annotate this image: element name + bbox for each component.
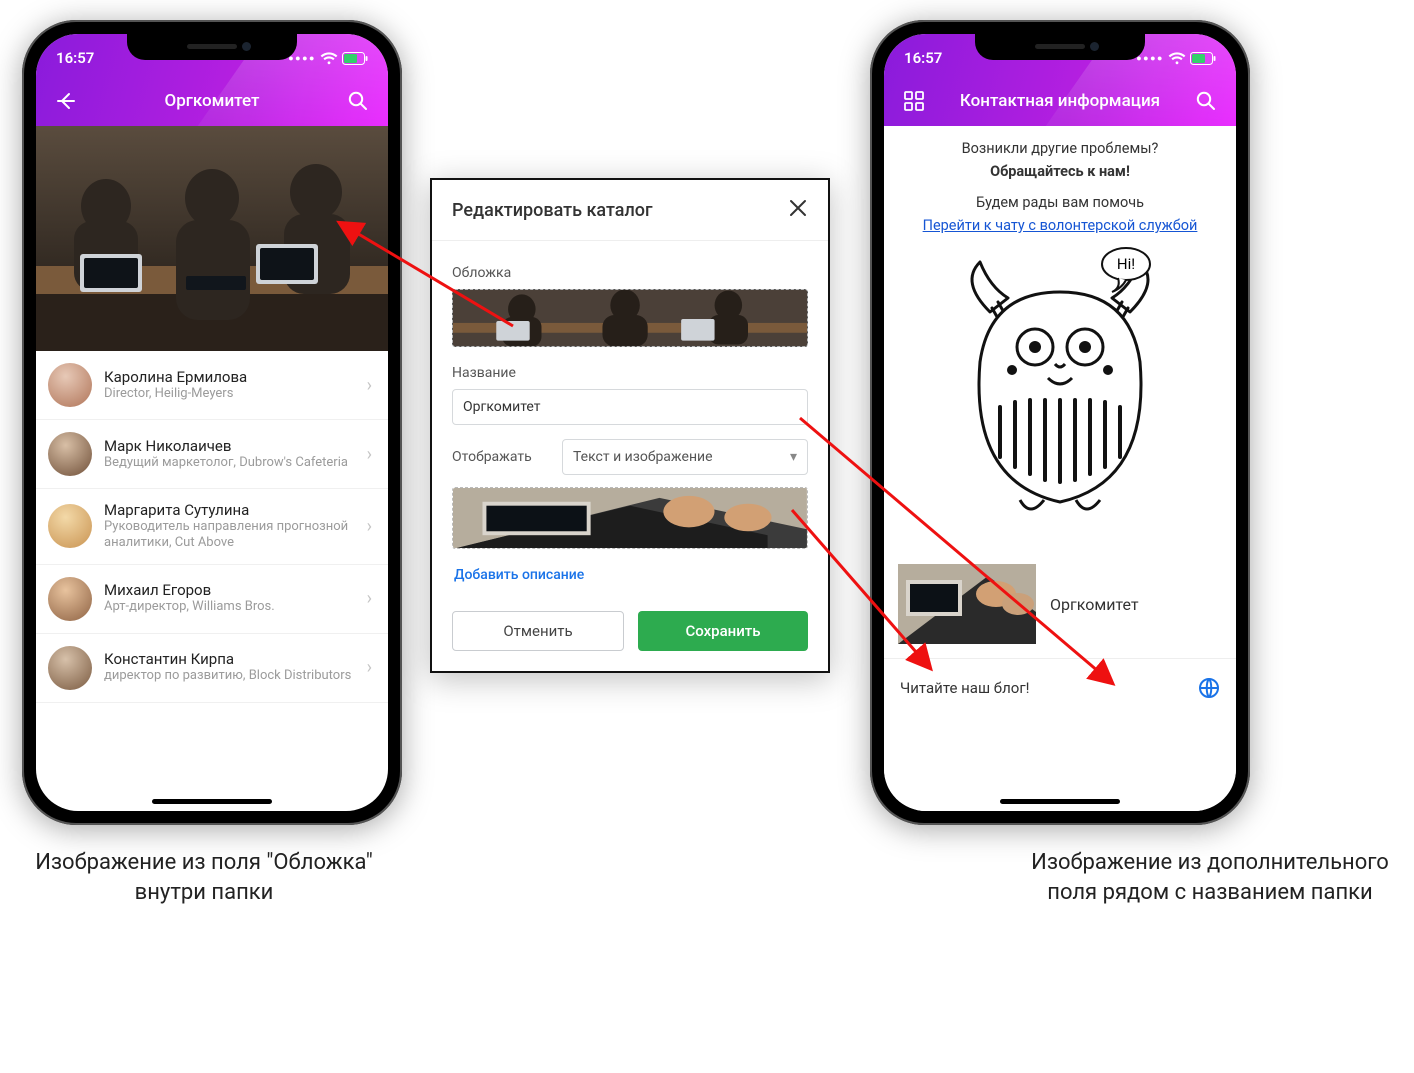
chevron-right-icon: › [367, 375, 372, 396]
avatar [48, 504, 92, 548]
cellular-icon: ●●●● [288, 53, 316, 64]
close-icon [788, 198, 808, 218]
cover-label: Обложка [452, 265, 808, 281]
contact-name: Марк Николаичев [104, 437, 355, 455]
back-button[interactable] [50, 85, 82, 117]
org-thumbnail [898, 564, 1036, 644]
svg-text:Hi!: Hi! [1117, 255, 1135, 273]
caption-left: Изображение из поля "Обложка" внутри пап… [34, 848, 374, 907]
dialog-title: Редактировать каталог [452, 200, 653, 221]
list-item[interactable]: Каролина ЕрмиловаDirector, Heilig-Meyers… [36, 351, 388, 420]
mascot-illustration: Hi! [940, 252, 1180, 512]
page-title: Контактная информация [930, 91, 1190, 111]
list-item[interactable]: Маргарита СутулинаРуководитель направлен… [36, 489, 388, 565]
info-content: Возникли другие проблемы? Обращайтесь к … [884, 126, 1236, 811]
avatar [48, 577, 92, 621]
name-label: Название [452, 365, 808, 381]
contact-sub: Руководитель направления прогнозной анал… [104, 519, 355, 552]
search-button[interactable] [1190, 85, 1222, 117]
chevron-right-icon: › [367, 588, 372, 609]
contact-name: Каролина Ермилова [104, 368, 355, 386]
status-time: 16:57 [904, 49, 942, 67]
status-time: 16:57 [56, 49, 94, 67]
home-indicator [1000, 799, 1120, 804]
cancel-button[interactable]: Отменить [452, 611, 624, 651]
page-title: Оргкомитет [82, 91, 342, 111]
org-label: Оргкомитет [1050, 595, 1139, 614]
avatar [48, 363, 92, 407]
status-icons: ●●●● [288, 52, 368, 65]
chevron-right-icon: › [367, 657, 372, 678]
display-label: Отображать [452, 449, 548, 465]
contact-name: Маргарита Сутулина [104, 501, 355, 519]
list-item[interactable]: Марк НиколаичевВедущий маркетолог, Dubro… [36, 420, 388, 489]
avatar [48, 646, 92, 690]
caption-right: Изображение из дополнительного поля рядо… [1030, 848, 1390, 907]
search-icon [1195, 90, 1217, 112]
status-icons: ●●●● [1136, 52, 1216, 65]
secondary-image-picker[interactable] [452, 487, 808, 549]
cellular-icon: ●●●● [1136, 53, 1164, 64]
contact-sub: директор по развитию, Block Distributors [104, 668, 355, 684]
globe-icon[interactable] [1198, 677, 1220, 699]
grid-icon [904, 91, 924, 111]
org-card[interactable]: Оргкомитет [898, 564, 1222, 644]
cover-image [36, 126, 388, 351]
info-line: Возникли другие проблемы? [898, 140, 1222, 157]
contact-sub: Ведущий маркетолог, Dubrow's Cafeteria [104, 455, 355, 471]
close-button[interactable] [788, 198, 808, 222]
info-line-bold: Обращайтесь к нам! [898, 163, 1222, 180]
apps-button[interactable] [898, 85, 930, 117]
wifi-icon [320, 52, 338, 65]
avatar [48, 432, 92, 476]
info-line: Будем рады вам помочь [898, 194, 1222, 211]
list-item[interactable]: Михаил ЕгоровАрт-директор, Williams Bros… [36, 565, 388, 634]
screen-right: 16:57 ●●●● Контактная информация [884, 34, 1236, 811]
notch [975, 34, 1145, 60]
battery-icon [1190, 52, 1216, 65]
speech-bubble: Hi! [1098, 246, 1160, 298]
battery-icon [342, 52, 368, 65]
contact-name: Константин Кирпа [104, 650, 355, 668]
chevron-right-icon: › [367, 444, 372, 465]
contact-name: Михаил Егоров [104, 581, 355, 599]
contact-list: Каролина ЕрмиловаDirector, Heilig-Meyers… [36, 351, 388, 703]
search-button[interactable] [342, 85, 374, 117]
home-indicator [152, 799, 272, 804]
edit-catalog-dialog: Редактировать каталог Обложка Название О… [430, 178, 830, 673]
phone-left: 16:57 ●●●● Оргкомитет [22, 20, 402, 825]
chevron-down-icon: ▾ [790, 449, 797, 465]
contact-sub: Director, Heilig-Meyers [104, 386, 355, 402]
search-icon [347, 90, 369, 112]
cover-image-picker[interactable] [452, 289, 808, 347]
arrow-left-icon [55, 90, 77, 112]
display-value: Текст и изображение [573, 449, 713, 465]
blog-label: Читайте наш блог! [900, 679, 1030, 697]
volunteer-chat-link[interactable]: Перейти к чату с волонтерской службой [923, 217, 1198, 234]
notch [127, 34, 297, 60]
name-input[interactable] [452, 389, 808, 425]
save-button[interactable]: Сохранить [638, 611, 808, 651]
display-select[interactable]: Текст и изображение ▾ [562, 439, 808, 475]
wifi-icon [1168, 52, 1186, 65]
list-item[interactable]: Константин Кирпадиректор по развитию, Bl… [36, 634, 388, 703]
divider [884, 658, 1236, 659]
screen-left: 16:57 ●●●● Оргкомитет [36, 34, 388, 811]
chevron-right-icon: › [367, 516, 372, 537]
phone-right: 16:57 ●●●● Контактная информация [870, 20, 1250, 825]
add-description-link[interactable]: Добавить описание [454, 567, 806, 583]
contact-sub: Арт-директор, Williams Bros. [104, 599, 355, 615]
